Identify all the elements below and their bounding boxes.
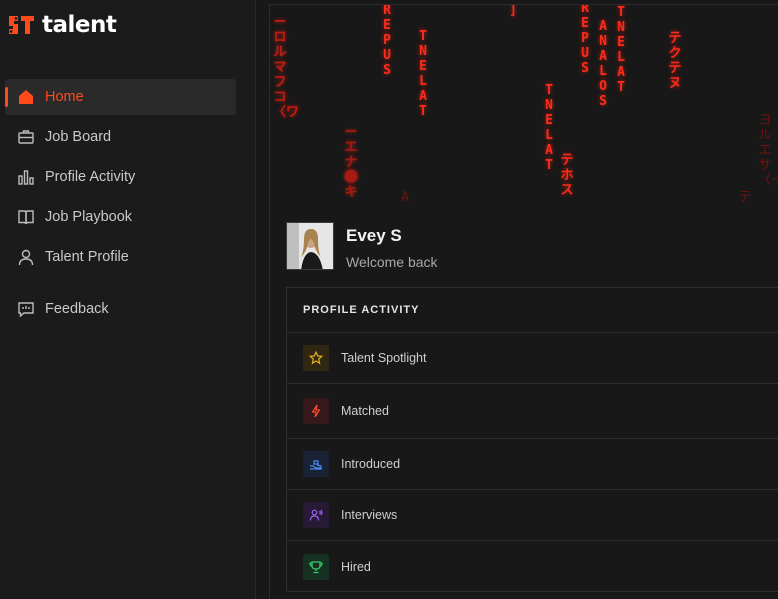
talent-logo-icon [9,16,34,34]
profile-photo [287,223,333,269]
activity-row-interviews[interactable]: Interviews [287,490,778,541]
sidebar-item-label: Job Playbook [45,209,133,225]
activity-row-hired[interactable]: Hired [287,541,778,592]
feedback-icon [18,302,34,318]
interview-icon [309,509,323,521]
matrix-rain-banner: ーロルマフコ〈ワ ーエナ❶キ REPUS A TNELAT ] TNELAT テ… [270,5,778,210]
rain-column: TNELAT [419,29,427,119]
bolt-icon [311,404,321,418]
activity-label: Matched [341,404,389,418]
activity-label: Interviews [341,508,398,522]
welcome-text: Evey S Welcome back [346,222,438,270]
star-icon [309,351,323,365]
activity-label: Talent Spotlight [341,351,427,365]
sidebar-item-job-board[interactable]: Job Board [5,119,236,155]
sidebar-item-label: Profile Activity [45,169,136,185]
rain-column: ーエナ❶キ [344,125,358,200]
activity-label: Hired [341,559,371,574]
profile-activity-panel: PROFILE ACTIVITY Talent Spotlight Matche… [286,287,778,592]
app-window: talent Home Job Board Profile Activity J… [0,0,778,599]
panel-title: PROFILE ACTIVITY [287,288,778,333]
sidebar: talent Home Job Board Profile Activity J… [0,0,256,599]
trophy-icon [309,560,323,573]
activity-row-introduced[interactable]: Introduced [287,439,778,490]
rain-column: ] [509,4,517,18]
sidebar-item-profile-activity[interactable]: Profile Activity [5,159,236,195]
sidebar-item-job-playbook[interactable]: Job Playbook [5,199,236,235]
badge [303,451,329,477]
brand[interactable]: talent [8,10,117,40]
sidebar-item-feedback[interactable]: Feedback [5,291,236,327]
rain-column: REPUS [383,4,391,78]
rain-column: TNELAT [545,83,553,173]
activity-row-matched[interactable]: Matched [287,384,778,439]
welcome-message: Welcome back [346,254,438,270]
welcome-section: Evey S Welcome back [286,222,438,270]
badge [303,398,329,424]
home-icon [19,90,33,104]
avatar[interactable] [286,222,334,270]
bar-chart-icon [18,170,34,185]
user-name: Evey S [346,226,402,245]
briefcase-icon [18,130,34,144]
rain-column: ヨルエサ〈イ [758,113,778,188]
activity-label: Introduced [341,457,401,471]
rain-column: ANALOS [599,19,607,109]
book-icon [18,210,34,225]
badge [303,502,329,528]
main-content: ーロルマフコ〈ワ ーエナ❶キ REPUS A TNELAT ] TNELAT テ… [269,4,778,599]
activity-row-talent-spotlight[interactable]: Talent Spotlight [287,333,778,384]
sidebar-item-label: Home [45,89,84,105]
badge [303,553,329,580]
sidebar-item-label: Job Board [45,129,112,145]
handshake-icon [310,460,322,470]
rain-column: TNELAT [617,5,625,95]
badge [303,345,329,371]
user-icon [18,249,34,266]
sidebar-item-talent-profile[interactable]: Talent Profile [5,239,236,275]
sidebar-nav: Home Job Board Profile Activity Job Play… [5,79,236,331]
rain-column: テホス [560,153,574,198]
rain-column: テ [738,190,752,205]
rain-column: テクテヌ [668,31,682,91]
rain-column: A [401,190,409,205]
rain-column: ーロルマフコ〈ワ [273,15,300,120]
brand-name: talent [42,12,117,38]
sidebar-item-label: Feedback [45,301,109,317]
rain-column: REPUS [581,4,589,76]
sidebar-item-label: Talent Profile [45,249,129,265]
sidebar-item-home[interactable]: Home [5,79,236,115]
